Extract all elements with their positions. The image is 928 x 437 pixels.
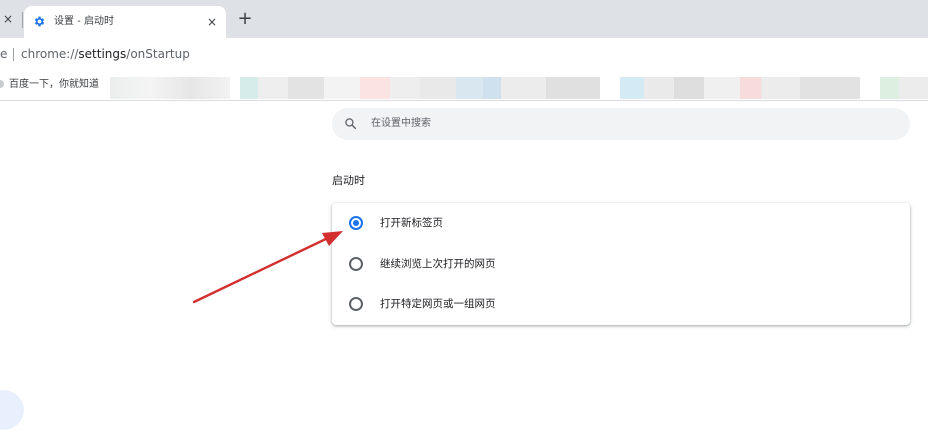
address-bar[interactable]: chrome://settings/onStartup [21,45,190,63]
url-bold: settings [78,47,127,61]
option-label: 打开特定网页或一组网页 [380,298,496,310]
bookmark-item-blurred[interactable] [110,77,230,99]
radio-button[interactable] [349,257,363,271]
startup-option-continue[interactable]: 继续浏览上次打开的网页 [332,244,910,284]
startup-option-specific-pages[interactable]: 打开特定网页或一组网页 [332,284,910,324]
section-title: 启动时 [332,174,365,187]
url-path: /onStartup [126,47,190,61]
toolbar: e chrome://settings/onStartup [0,38,928,71]
omnibox-site-chip[interactable]: e [0,46,7,62]
option-label: 继续浏览上次打开的网页 [380,258,496,270]
settings-search[interactable]: 在设置中搜索 [332,108,910,140]
bookmark-item-blurred[interactable] [740,77,860,99]
startup-options-card: 打开新标签页 继续浏览上次打开的网页 打开特定网页或一组网页 [332,203,910,325]
tab-strip: × 设置 - 启动时 × + [0,0,928,38]
bookmark-item-blurred[interactable] [620,77,740,99]
bookmark-item-blurred[interactable] [360,77,420,99]
new-tab-button[interactable]: + [236,9,254,29]
option-label: 打开新标签页 [380,217,443,229]
tab-separator [22,12,23,28]
bookmark-favicon-icon [0,80,4,88]
bookmarks-bar: 百度一下，你就知道 [0,71,928,101]
bookmark-item-blurred[interactable] [420,77,600,99]
tab-close-button[interactable]: × [207,14,217,30]
prev-tab-close-button[interactable]: × [3,13,15,25]
radio-button-selected[interactable] [349,216,363,230]
bookmark-item-blurred[interactable] [240,77,360,99]
bookmark-item[interactable]: 百度一下，你就知道 [9,77,99,93]
gear-icon [34,16,45,27]
tab-title: 设置 - 启动时 [54,16,114,27]
startup-option-new-tab[interactable]: 打开新标签页 [332,203,910,243]
omnibox-separator [13,48,14,61]
tab-settings[interactable]: 设置 - 启动时 × [24,6,226,38]
radio-button[interactable] [349,297,363,311]
search-input[interactable]: 在设置中搜索 [371,116,431,132]
sidebar-highlight [0,390,24,430]
bookmark-item-blurred[interactable] [880,77,928,99]
url-host: chrome:// [21,47,79,61]
search-icon [345,118,357,130]
